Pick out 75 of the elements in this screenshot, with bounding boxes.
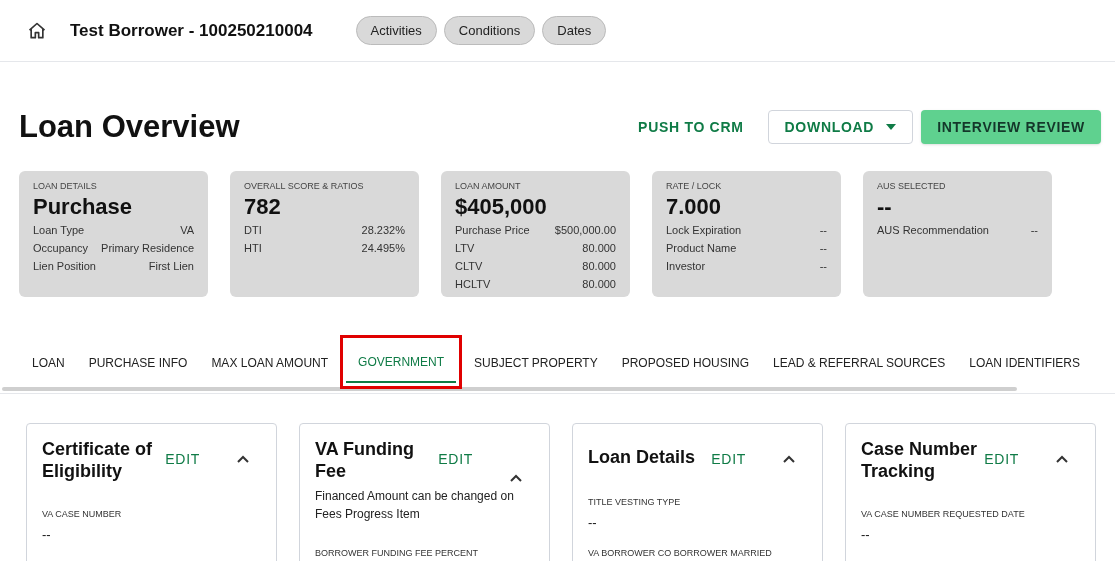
- panel-title: Loan Details: [588, 445, 697, 468]
- card-value: --: [877, 193, 893, 221]
- field-value: --: [42, 526, 52, 544]
- collapse-icon[interactable]: [509, 472, 523, 483]
- card-row-value: 80.000: [582, 259, 616, 274]
- field-label: VA BORROWER CO BORROWER MARRIED: [588, 546, 773, 560]
- card-row-label: HTI: [244, 241, 262, 256]
- card-row-label: Lock Expiration: [666, 223, 742, 238]
- card-row-value: --: [819, 241, 827, 256]
- card-row-value: $500,000.00: [554, 223, 616, 238]
- interview-review-button[interactable]: INTERVIEW REVIEW: [921, 110, 1101, 145]
- card-row-label: HCLTV: [455, 277, 491, 292]
- card-value: 7.000: [666, 193, 723, 221]
- tab[interactable]: SUBJECT PROPERTY: [462, 342, 610, 383]
- caret-icon: [886, 124, 897, 131]
- field-label: VA CASE NUMBER REQUESTED DATE: [861, 507, 1026, 521]
- panel-title: Case Number Tracking: [861, 437, 979, 482]
- tab[interactable]: GOVERNMENT: [346, 342, 457, 383]
- card-row-label: Occupancy: [33, 241, 89, 256]
- card-row-label: Loan Type: [33, 223, 85, 238]
- panel-title: VA Funding Fee: [315, 437, 415, 482]
- card-label: LOAN DETAILS: [33, 179, 98, 193]
- card-row-value: --: [1030, 223, 1038, 238]
- header-pill[interactable]: Conditions: [443, 16, 536, 45]
- collapse-icon[interactable]: [782, 453, 796, 464]
- page-title: Loan Overview: [19, 108, 240, 146]
- card-row-label: Purchase Price: [455, 223, 530, 238]
- card-row-label: DTI: [244, 223, 262, 238]
- card-label: AUS SELECTED: [877, 179, 947, 193]
- card-row-label: CLTV: [455, 259, 483, 274]
- card-row-value: Primary Residence: [101, 241, 194, 256]
- field-value: --: [861, 526, 871, 544]
- tab[interactable]: MAX LOAN AMOUNT: [199, 342, 341, 383]
- tab[interactable]: PROPOSED HOUSING: [609, 342, 762, 383]
- card-row-label: Product Name: [666, 241, 737, 256]
- download-dropdown[interactable]: DOWNLOAD: [767, 110, 914, 145]
- card-value: $405,000: [455, 193, 548, 221]
- card-value: Purchase: [33, 193, 134, 221]
- card-label: LOAN AMOUNT: [455, 179, 522, 193]
- collapse-icon[interactable]: [236, 453, 250, 464]
- card-label: OVERALL SCORE & RATIOS: [244, 179, 365, 193]
- edit-button[interactable]: EDIT: [165, 448, 200, 470]
- field-label: TITLE VESTING TYPE: [588, 495, 682, 509]
- card-row-value: --: [819, 223, 827, 238]
- header-pill[interactable]: Dates: [542, 16, 607, 45]
- field-label: BORROWER FUNDING FEE PERCENT: [315, 546, 479, 560]
- borrower-title: Test Borrower - 100250210004: [70, 19, 313, 42]
- edit-button[interactable]: EDIT: [711, 448, 746, 470]
- card-row-value: 28.232%: [361, 223, 405, 238]
- push-to-crm-button[interactable]: PUSH TO CRM: [622, 110, 760, 145]
- card-row-value: VA: [180, 223, 194, 238]
- tab[interactable]: LOAN: [20, 342, 77, 383]
- card-row-value: 24.495%: [361, 241, 405, 256]
- card-row-value: First Lien: [148, 259, 194, 274]
- edit-button[interactable]: EDIT: [438, 448, 473, 470]
- card-row-label: Lien Position: [33, 259, 96, 274]
- card-row-label: LTV: [455, 241, 475, 256]
- tab[interactable]: LEAD & REFERRAL SOURCES: [761, 342, 958, 383]
- panel-title: Certificate of Eligibility: [42, 437, 154, 482]
- edit-button[interactable]: EDIT: [984, 448, 1019, 470]
- card-label: RATE / LOCK: [666, 179, 723, 193]
- card-row-value: 80.000: [582, 241, 616, 256]
- header-pill[interactable]: Activities: [355, 16, 437, 45]
- home-icon[interactable]: [27, 20, 47, 41]
- card-row-value: 80.000: [582, 277, 616, 292]
- card-value: 782: [244, 193, 282, 221]
- field-value: --: [588, 514, 598, 532]
- field-label: VA CASE NUMBER: [42, 507, 123, 521]
- tab[interactable]: PURCHASE INFO: [76, 342, 200, 383]
- card-row-label: AUS Recommendation: [877, 223, 989, 238]
- card-row-label: Investor: [666, 259, 706, 274]
- tab[interactable]: LOAN IDENTIFIERS: [957, 342, 1092, 383]
- panel-note: Financed Amount can be changed on Fees Progress Item: [315, 487, 515, 523]
- card-row-value: --: [819, 259, 827, 274]
- collapse-icon[interactable]: [1055, 453, 1069, 464]
